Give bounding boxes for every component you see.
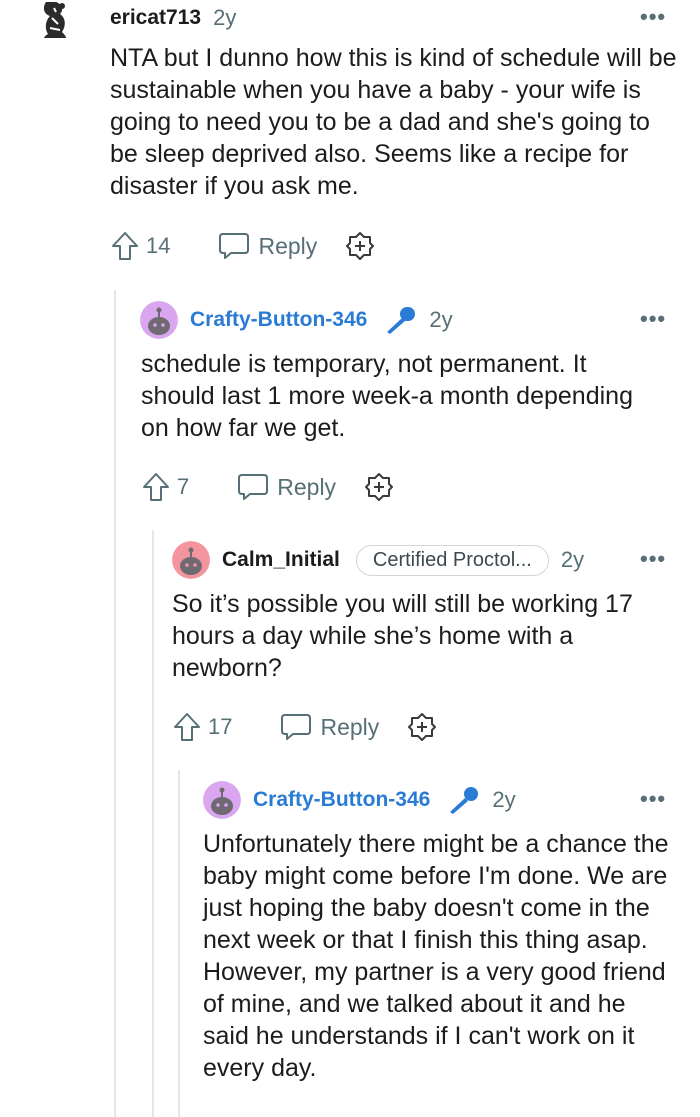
microphone-icon: [387, 307, 416, 334]
reply-label: Reply: [320, 713, 380, 740]
award-plus-icon: [346, 232, 375, 260]
vote-count: 14: [146, 233, 171, 258]
timestamp[interactable]: 2y: [492, 787, 515, 813]
award-button[interactable]: [364, 472, 394, 502]
avatar[interactable]: [36, 0, 74, 38]
upvote-arrow-icon: [143, 473, 169, 501]
more-options-button[interactable]: •••: [640, 786, 666, 812]
timestamp[interactable]: 2y: [213, 5, 236, 31]
thread-line-level-2[interactable]: [152, 530, 154, 1117]
thread-line-level-3[interactable]: [178, 770, 180, 1117]
username[interactable]: Crafty-Button-346: [253, 788, 430, 812]
reply-button[interactable]: Reply: [237, 472, 336, 502]
comment-bubble-icon: [219, 233, 250, 259]
op-badge: [383, 305, 417, 335]
comment-body: schedule is temporary, not permanent. It…: [141, 350, 633, 442]
more-options-button[interactable]: •••: [640, 306, 666, 332]
user-flair: Certified Proctol...: [355, 544, 549, 576]
award-plus-icon: [408, 713, 437, 741]
vote-count: 7: [177, 474, 190, 499]
reply-label: Reply: [277, 473, 337, 500]
reply-label: Reply: [258, 232, 318, 259]
snoo-avatar-icon: [43, 2, 67, 38]
username[interactable]: Calm_Initial: [222, 548, 340, 572]
username[interactable]: ericat713: [110, 6, 201, 30]
snoo-avatar-icon: [140, 301, 178, 339]
snoo-avatar-icon: [172, 541, 210, 579]
comment-body: Unfortunately there might be a chance th…: [203, 830, 669, 1082]
avatar[interactable]: [203, 781, 241, 819]
more-options-button[interactable]: •••: [640, 546, 666, 572]
reply-button[interactable]: Reply: [218, 231, 317, 261]
comment-bubble-icon: [238, 474, 269, 500]
thread-line-level-1[interactable]: [114, 290, 116, 1117]
reply-button[interactable]: Reply: [280, 712, 379, 742]
comment-body: So it’s possible you will still be worki…: [172, 590, 633, 682]
snoo-avatar-icon: [203, 781, 241, 819]
timestamp[interactable]: 2y: [429, 307, 452, 333]
upvote-arrow-icon: [174, 713, 200, 741]
username[interactable]: Crafty-Button-346: [190, 308, 367, 332]
upvote-arrow-icon: [112, 232, 138, 260]
timestamp[interactable]: 2y: [561, 547, 584, 573]
upvote-button[interactable]: 17: [172, 711, 232, 743]
microphone-icon: [450, 787, 479, 814]
award-plus-icon: [365, 473, 394, 501]
comment-bubble-icon: [281, 714, 312, 740]
avatar[interactable]: [172, 541, 210, 579]
upvote-button[interactable]: 7: [141, 471, 189, 503]
vote-count: 17: [208, 714, 233, 739]
op-badge: [446, 785, 480, 815]
comment-body: NTA but I dunno how this is kind of sche…: [110, 44, 677, 200]
avatar[interactable]: [140, 301, 178, 339]
more-options-button[interactable]: •••: [640, 4, 666, 30]
upvote-button[interactable]: 14: [110, 230, 170, 262]
award-button[interactable]: [345, 231, 375, 261]
award-button[interactable]: [407, 712, 437, 742]
